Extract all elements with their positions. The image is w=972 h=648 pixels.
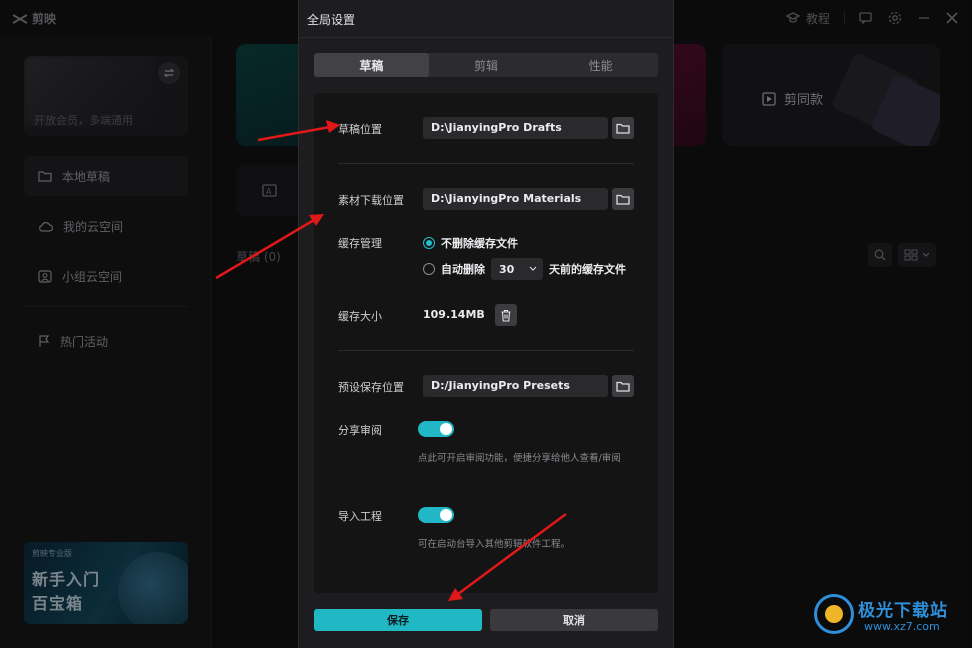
import-project-label: 导入工程 — [338, 510, 382, 523]
cache-option-auto-delete[interactable]: 自动删除 30 天前的缓存文件 — [423, 258, 626, 280]
clear-cache-button[interactable] — [495, 304, 517, 326]
folder-icon — [616, 123, 630, 134]
cache-option-keep-label: 不删除缓存文件 — [441, 237, 518, 250]
cache-days-value: 30 — [499, 262, 515, 276]
watermark-logo-icon — [814, 594, 854, 634]
watermark-url: www.xz7.com — [864, 620, 940, 633]
preset-location-label: 预设保存位置 — [338, 381, 404, 394]
import-project-hint: 可在启动台导入其他剪辑软件工程。 — [418, 539, 571, 550]
cache-option-auto-suffix: 天前的缓存文件 — [549, 263, 626, 276]
material-location-browse-button[interactable] — [612, 188, 634, 210]
tab-performance[interactable]: 性能 — [543, 53, 658, 77]
cancel-button[interactable]: 取消 — [490, 609, 658, 631]
cache-option-keep[interactable]: 不删除缓存文件 — [423, 235, 518, 251]
trash-icon — [501, 309, 511, 322]
radio-checked[interactable] — [423, 237, 435, 249]
chevron-down-icon — [529, 266, 537, 271]
dialog-title: 全局设置 — [307, 13, 356, 27]
cache-management-label: 缓存管理 — [338, 237, 382, 250]
share-review-toggle[interactable] — [418, 421, 454, 437]
folder-icon — [616, 194, 630, 205]
global-settings-dialog: 全局设置 草稿 剪辑 性能 草稿位置 D:\JianyingPro Drafts… — [298, 0, 674, 648]
cache-size-label: 缓存大小 — [338, 310, 382, 323]
settings-tabs: 草稿 剪辑 性能 — [314, 53, 658, 77]
draft-location-field[interactable]: D:\JianyingPro Drafts — [423, 117, 608, 139]
draft-location-browse-button[interactable] — [612, 117, 634, 139]
share-review-label: 分享审阅 — [338, 424, 382, 437]
tab-editing[interactable]: 剪辑 — [429, 53, 544, 77]
folder-icon — [616, 381, 630, 392]
watermark-title: 极光下载站 — [858, 601, 948, 621]
section-divider — [338, 163, 634, 164]
material-location-label: 素材下载位置 — [338, 194, 404, 207]
share-review-hint: 点此可开启审阅功能，便捷分享给他人查看/审阅 — [418, 453, 621, 464]
material-location-field[interactable]: D:\JianyingPro Materials — [423, 188, 608, 210]
save-button[interactable]: 保存 — [314, 609, 482, 631]
dialog-header: 全局设置 — [299, 0, 673, 38]
tab-drafts[interactable]: 草稿 — [314, 53, 429, 77]
watermark: 极光下载站 www.xz7.com — [814, 592, 964, 640]
radio-unchecked[interactable] — [423, 263, 435, 275]
draft-location-label: 草稿位置 — [338, 123, 382, 136]
drafts-settings-panel: 草稿位置 D:\JianyingPro Drafts 素材下载位置 D:\Jia… — [314, 93, 658, 593]
cache-option-auto-prefix: 自动删除 — [441, 263, 485, 276]
cache-size-value: 109.14MB — [423, 308, 485, 321]
preset-location-browse-button[interactable] — [612, 375, 634, 397]
section-divider — [338, 350, 634, 351]
import-project-toggle[interactable] — [418, 507, 454, 523]
cache-days-select[interactable]: 30 — [491, 258, 543, 280]
preset-location-field[interactable]: D:/JianyingPro Presets — [423, 375, 608, 397]
